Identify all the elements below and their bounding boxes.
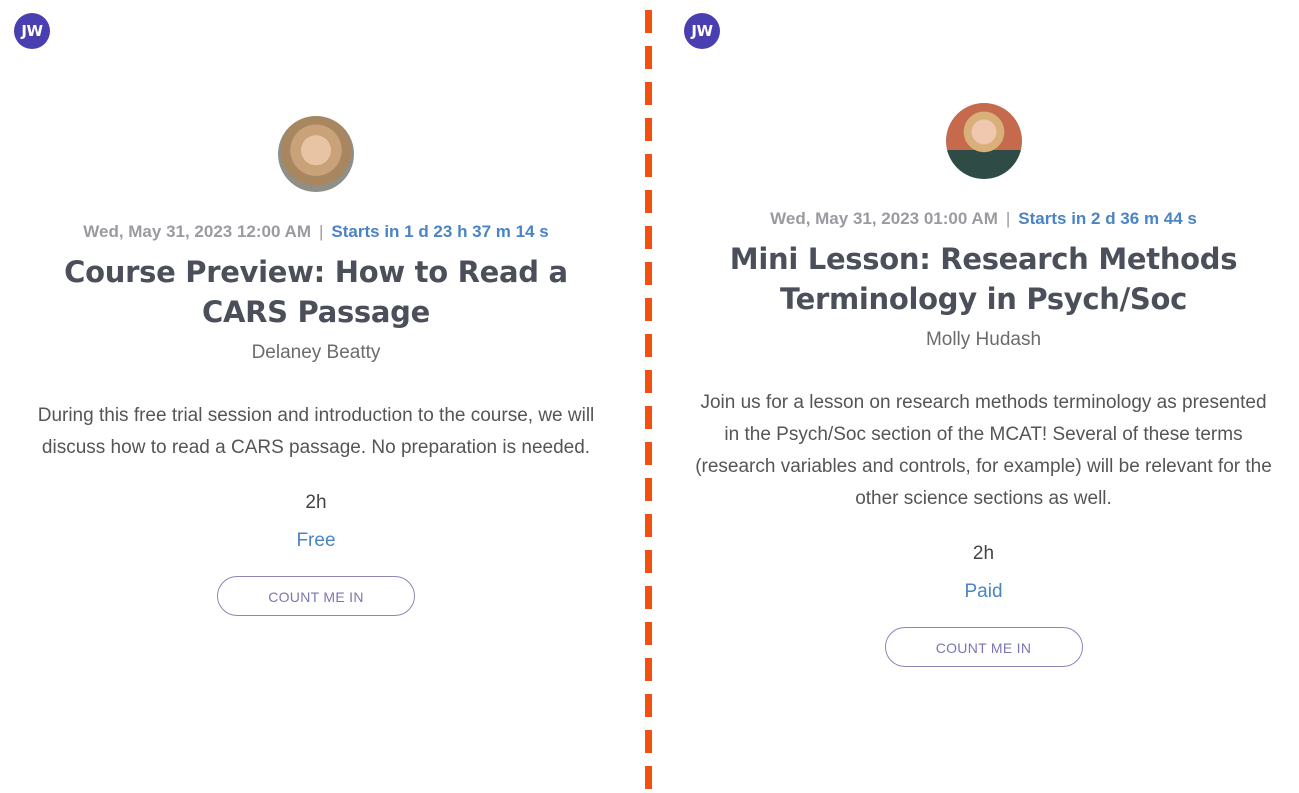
divider-dash: [645, 190, 652, 213]
event-description: During this free trial session and intro…: [37, 405, 595, 458]
divider-dash: [645, 46, 652, 69]
instructor-avatar: [278, 116, 354, 192]
event-description: Join us for a lesson on research methods…: [695, 392, 1272, 509]
divider-dash: [645, 658, 652, 681]
event-date: Wed, May 31, 2023 12:00 AM: [83, 222, 311, 241]
divider-dash: [645, 514, 652, 537]
divider-dash: [645, 586, 652, 609]
instructor-avatar: [945, 103, 1022, 179]
event-duration: 2h: [305, 492, 327, 513]
divider-dash: [645, 766, 652, 789]
divider-dash: [645, 694, 652, 717]
event-date: Wed, May 31, 2023 01:00 AM: [770, 209, 998, 228]
event-title: Mini Lesson: Research Methods Terminolog…: [729, 242, 1238, 316]
event-countdown: Starts in 2 d 36 m 44 s: [1018, 209, 1197, 228]
instructor-name: Molly Hudash: [925, 329, 1042, 350]
divider-dash: [645, 730, 652, 753]
divider-dash: [645, 334, 652, 357]
event-meta: Wed, May 31, 2023 12:00 AM | Starts in 1 d…: [0, 222, 632, 242]
user-avatar-badge[interactable]: JW: [14, 13, 50, 49]
divider-dash: [645, 442, 652, 465]
meta-separator: |: [318, 222, 324, 241]
event-price: Free: [296, 530, 336, 551]
count-me-in-button[interactable]: COUNT ME IN: [884, 627, 1083, 667]
divider-dash: [645, 478, 652, 501]
event-title: Course Preview: How to Read a CARS Passa…: [64, 255, 568, 329]
event-meta: Wed, May 31, 2023 01:00 AM | Starts in 2 d…: [668, 209, 1299, 229]
event-panel-left: JW Wed, May 31, 2023 12:00 AM | Starts in …: [0, 0, 632, 793]
dashed-divider: [645, 0, 653, 793]
divider-dash: [645, 406, 652, 429]
divider-dash: [645, 298, 652, 321]
event-duration: 2h: [972, 543, 995, 564]
divider-dash: [645, 118, 652, 141]
event-card: Wed, May 31, 2023 01:00 AM | Starts in 2 d…: [668, 103, 1299, 667]
divider-dash: [645, 622, 652, 645]
divider-dash: [645, 226, 652, 249]
divider-dash: [645, 82, 652, 105]
count-me-in-button[interactable]: COUNT ME IN: [217, 576, 415, 616]
event-card: Wed, May 31, 2023 12:00 AM | Starts in 1 d…: [0, 116, 632, 616]
event-countdown: Starts in 1 d 23 h 37 m 14 s: [331, 222, 549, 241]
event-price: Paid: [964, 581, 1003, 602]
divider-dash: [645, 370, 652, 393]
divider-dash: [645, 154, 652, 177]
instructor-name: Delaney Beatty: [251, 342, 381, 363]
divider-dash: [645, 10, 652, 33]
divider-dash: [645, 262, 652, 285]
meta-separator: |: [1005, 209, 1011, 228]
user-avatar-badge[interactable]: JW: [684, 13, 720, 49]
event-panel-right: JW Wed, May 31, 2023 01:00 AM | Starts in …: [668, 0, 1299, 793]
divider-dash: [645, 550, 652, 573]
